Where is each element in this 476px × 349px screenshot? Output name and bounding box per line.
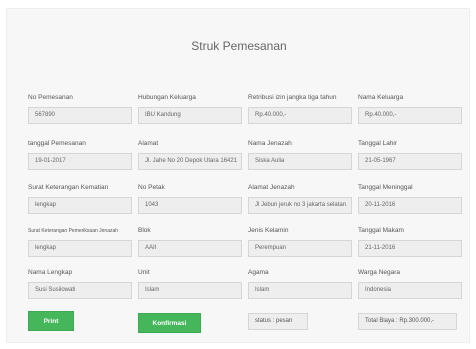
surat-pemeriksaan-field[interactable]: lengkap [28,240,132,257]
alamat-group: Alamat Jl. Jahe No 20 Depok Utara 16421 [138,139,242,170]
alamat-jenazah-label: Alamat Jenazah [248,184,295,191]
nama-jenazah-label: Nama Jenazah [248,140,292,147]
tanggal-meninggal-group: Tanggal Meninggal 20-11-2016 [358,183,462,214]
unit-field[interactable]: Islam [138,282,242,299]
tanggal-pemesanan-group: tanggal Pemesanan 19-01-2017 [28,139,132,170]
hubungan-keluarga-label: Hubungan Keluarga [138,94,196,101]
nama-keluarga-field[interactable]: Rp.40.000,- [358,107,462,124]
nama-keluarga-group: Nama Keluarga Rp.40.000,- [358,93,462,124]
jenis-kelamin-label: Jenis Kelamin [248,227,289,234]
total-biaya: Total Biaya : Rp.300.000,- [358,313,457,330]
warga-negara-label: Warga Negara [358,269,401,276]
status-badge: status : pesan [248,313,308,330]
no-petak-group: No Petak 1043 [138,183,242,214]
retribusi-field[interactable]: Rp.40.000,- [248,107,352,124]
no-petak-field[interactable]: 1043 [138,197,242,214]
nama-keluarga-label: Nama Keluarga [358,94,404,101]
surat-kematian-field[interactable]: lengkap [28,197,132,214]
no-pemesanan-field[interactable]: 567890 [28,107,132,124]
blok-label: Blok [138,227,151,234]
page-title: Struk Pemesanan [191,39,287,53]
agama-field[interactable]: Islam [248,282,352,299]
tanggal-meninggal-label: Tanggal Meninggal [358,184,413,191]
surat-pemeriksaan-label: Surat Keterangan Pemeriksaan Jenazah [28,228,119,234]
alamat-field[interactable]: Jl. Jahe No 20 Depok Utara 16421 [138,153,242,170]
nama-jenazah-group: Nama Jenazah Siska Aulia [248,139,352,170]
tanggal-pemesanan-field[interactable]: 19-01-2017 [28,153,132,170]
surat-kematian-label: Surat Keterangan Kematian [28,184,109,191]
no-pemesanan-label: No Pemesanan [28,94,73,101]
agama-group: Agama Islam [248,268,352,299]
unit-group: Unit Islam [138,268,242,299]
no-pemesanan-group: No Pemesanan 567890 [28,93,132,124]
warga-negara-group: Warga Negara Indonesia [358,268,462,299]
konfirmasi-button[interactable]: Konfirmasi [138,313,201,333]
tanggal-lahir-field[interactable]: 21-05-1967 [358,153,462,170]
alamat-jenazah-group: Alamat Jenazah Jl Jebun jeruk no 3 jakar… [248,183,352,214]
hubungan-keluarga-field[interactable]: IBU Kandung [138,107,242,124]
unit-label: Unit [138,269,150,276]
tanggal-makam-field[interactable]: 21-11-2016 [358,240,462,257]
nama-jenazah-field[interactable]: Siska Aulia [248,153,352,170]
jenis-kelamin-field[interactable]: Perempuan [248,240,352,257]
tanggal-meninggal-field[interactable]: 20-11-2016 [358,197,462,214]
alamat-label: Alamat [138,140,159,147]
tanggal-makam-label: Tanggal Makam [358,227,404,234]
warga-negara-field[interactable]: Indonesia [358,282,462,299]
nama-lengkap-label: Nama Lengkap [28,269,73,276]
retribusi-label: Retribusi izin jangka tiga tahun [248,94,337,101]
alamat-jenazah-field[interactable]: Jl Jebun jeruk no 3 jakarta selatan [248,197,352,214]
hubungan-keluarga-group: Hubungan Keluarga IBU Kandung [138,93,242,124]
nama-lengkap-field[interactable]: Susi Susilowati [28,282,132,299]
nama-lengkap-group: Nama Lengkap Susi Susilowati [28,268,132,299]
tanggal-pemesanan-label: tanggal Pemesanan [28,140,86,147]
print-button[interactable]: Print [28,311,74,331]
tanggal-makam-group: Tanggal Makam 21-11-2016 [358,226,462,257]
tanggal-lahir-label: Tanggal Lahir [358,140,398,147]
agama-label: Agama [248,269,269,276]
surat-kematian-group: Surat Keterangan Kematian lengkap [28,183,132,214]
retribusi-group: Retribusi izin jangka tiga tahun Rp.40.0… [248,93,352,124]
blok-group: Blok AAII [138,226,242,257]
blok-field[interactable]: AAII [138,240,242,257]
surat-pemeriksaan-group: Surat Keterangan Pemeriksaan Jenazah len… [28,226,132,257]
no-petak-label: No Petak [138,184,165,191]
jenis-kelamin-group: Jenis Kelamin Perempuan [248,226,352,257]
receipt-panel: Struk Pemesanan No Pemesanan 567890 Hubu… [6,8,470,343]
tanggal-lahir-group: Tanggal Lahir 21-05-1967 [358,139,462,170]
